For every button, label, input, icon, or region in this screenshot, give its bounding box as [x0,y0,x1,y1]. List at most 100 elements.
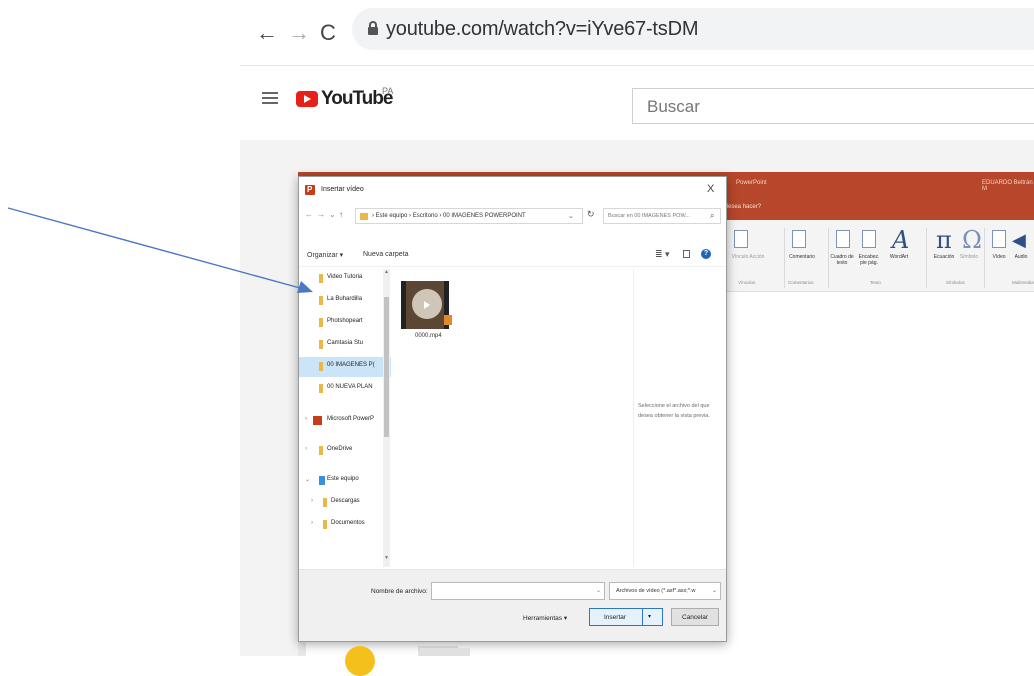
folder-icon [360,213,368,220]
nav-item-00-nueva-plan[interactable]: 00 NUEVA PLAN [299,379,391,399]
forward-icon[interactable]: → [317,210,325,219]
youtube-header: YouTube PA Buscar [240,66,1034,140]
close-button[interactable]: X [707,183,714,195]
new-folder-button[interactable]: Nueva carpeta [363,251,409,258]
navigation-scrollbar[interactable]: ▲ ▼ [383,269,390,567]
recent-dropdown-icon[interactable]: ⌄ [329,210,336,219]
powerpoint-app-icon [305,185,315,195]
ribbon-header-footer[interactable]: Encabez. pie pág. [856,254,882,266]
up-icon[interactable]: ↑ [339,210,343,219]
group-texto: Texto [870,280,881,285]
ribbon-symbol[interactable]: Símbolo [958,254,980,260]
youtube-logo[interactable]: YouTube PA [296,86,396,116]
insert-video-dialog: Insertar vídeo X ← → ⌄ ↑ › Este equipo ›… [298,176,727,642]
preview-pane-icon[interactable] [683,250,690,258]
menu-icon[interactable] [262,92,278,104]
nav-item-documentos[interactable]: › Documentos [299,515,391,535]
address-bar[interactable]: youtube.com/watch?v=iYve67-tsDM [352,8,1034,50]
nav-item-microsoft-powerpoint[interactable]: › Microsoft PowerP [299,411,391,431]
dialog-navbar: ← → ⌄ ↑ › Este equipo › Escritorio › 00 … [299,205,726,227]
back-button[interactable]: ← [256,22,278,44]
folder-icon [319,296,323,305]
folder-search-input[interactable]: Buscar en 00 IMAGENES POW... ⌕ [603,208,721,224]
search-placeholder: Buscar [647,97,700,116]
chevron-right-icon[interactable]: › [305,446,307,452]
nav-item-label: Camtasia Stu [327,340,364,346]
nav-item-label: Este equipo [327,476,359,482]
cancel-button[interactable]: Cancelar [671,608,719,626]
nav-item-label: La Buhardilla [327,296,363,302]
youtube-play-icon [296,91,318,107]
chevron-down-icon[interactable]: ⌄ [568,212,574,220]
search-icon: ⌕ [710,211,715,220]
ribbon-comment[interactable]: Comentario [786,254,818,260]
dialog-titlebar: Insertar vídeo X [299,177,726,205]
navigation-pane: Video Tutoria La Buhardilla Photshopeart… [299,269,391,567]
group-comentarios: Comentarios [788,280,814,285]
nav-item-label: Descargas [331,498,360,504]
avatar [345,646,375,676]
scroll-down-icon[interactable]: ▼ [384,555,389,561]
chevron-right-icon[interactable]: › [305,416,307,422]
ribbon-wordart[interactable]: WordArt [886,254,912,260]
file-name[interactable]: 0000.mp4 [415,333,442,339]
preview-pane: Seleccione el archivo del que desea obte… [633,269,726,567]
nav-item-label: Video Tutoria [327,274,363,280]
forward-button[interactable]: → [288,22,310,44]
filename-input[interactable]: ⌄ [431,582,605,600]
organize-button[interactable]: Organizar ▾ [307,251,343,259]
tools-button[interactable]: Herramientas ▾ [523,614,567,622]
file-list: 0000.mp4 [393,269,633,567]
reload-button[interactable]: C [320,22,336,44]
nav-item-label: Documentos [331,520,365,526]
insert-label: Insertar [604,614,627,621]
nav-item-descargas[interactable]: › Descargas [299,493,391,513]
back-icon[interactable]: ← [305,210,313,219]
video-file-thumbnail[interactable] [401,281,452,329]
folder-path-text: › Este equipo › Escritorio › 00 IMAGENES… [372,213,526,219]
view-options-icon[interactable]: ≣ ▾ [655,249,670,260]
powerpoint-user: EDUARDO Beltrán M [982,180,1033,192]
folder-icon [319,318,323,327]
powerpoint-title: PowerPoint [736,180,767,186]
textbox-icon [836,230,850,248]
nav-item-video-tutoria[interactable]: Video Tutoria [299,269,391,289]
ribbon-textbox[interactable]: Cuadro de texto [830,254,854,266]
scrollbar-thumb[interactable] [384,297,389,437]
search-input[interactable]: Buscar [632,88,1034,124]
ribbon-equation[interactable]: Ecuación [930,254,958,260]
insert-dropdown-icon[interactable]: ▾ [648,613,651,620]
cancel-label: Cancelar [682,614,709,621]
play-icon [424,301,430,309]
chevron-down-icon[interactable]: ⌄ [305,476,310,483]
ribbon-video[interactable]: Vídeo [988,254,1010,260]
symbol-icon: Ω [962,226,982,254]
equation-icon: π [936,226,952,254]
nav-item-este-equipo[interactable]: ⌄ Este equipo [299,471,391,491]
folder-path[interactable]: › Este equipo › Escritorio › 00 IMAGENES… [355,208,583,224]
ribbon-audio[interactable]: Audio [1010,254,1032,260]
dialog-title: Insertar vídeo [321,186,364,193]
chevron-down-icon[interactable]: ⌄ [596,587,601,594]
group-multimedia: Multimedia [1012,280,1034,285]
nav-item-photshopeart[interactable]: Photshopeart [299,313,391,333]
nav-item-onedrive[interactable]: › OneDrive [299,441,391,461]
nav-item-camtasia[interactable]: Camtasia Stu [299,335,391,355]
filetype-value: Archivos de vídeo (*.asf*.asx;*.w [616,588,696,594]
chevron-right-icon[interactable]: › [311,520,313,526]
nav-item-la-buhardilla[interactable]: La Buhardilla [299,291,391,311]
nav-item-00-imagenes[interactable]: 00 IMAGENES P( [299,357,391,377]
group-vinculos: Vínculos [738,280,756,285]
folder-icon [319,384,323,393]
preview-message: Seleccione el archivo del que desea obte… [638,403,710,419]
scroll-up-icon[interactable]: ▲ [384,269,389,275]
browser-toolbar: ← → C youtube.com/watch?v=iYve67-tsDM [240,0,1034,66]
filetype-select[interactable]: Archivos de vídeo (*.asf*.asx;*.w ⌄ [609,582,721,600]
nav-item-label: OneDrive [327,446,353,452]
insert-button[interactable]: Insertar ▾ [589,608,663,626]
onedrive-icon [319,446,323,455]
taskbar-item [420,648,470,656]
refresh-icon[interactable]: ↻ [587,209,595,220]
help-icon[interactable]: ? [701,249,711,259]
chevron-right-icon[interactable]: › [311,498,313,504]
